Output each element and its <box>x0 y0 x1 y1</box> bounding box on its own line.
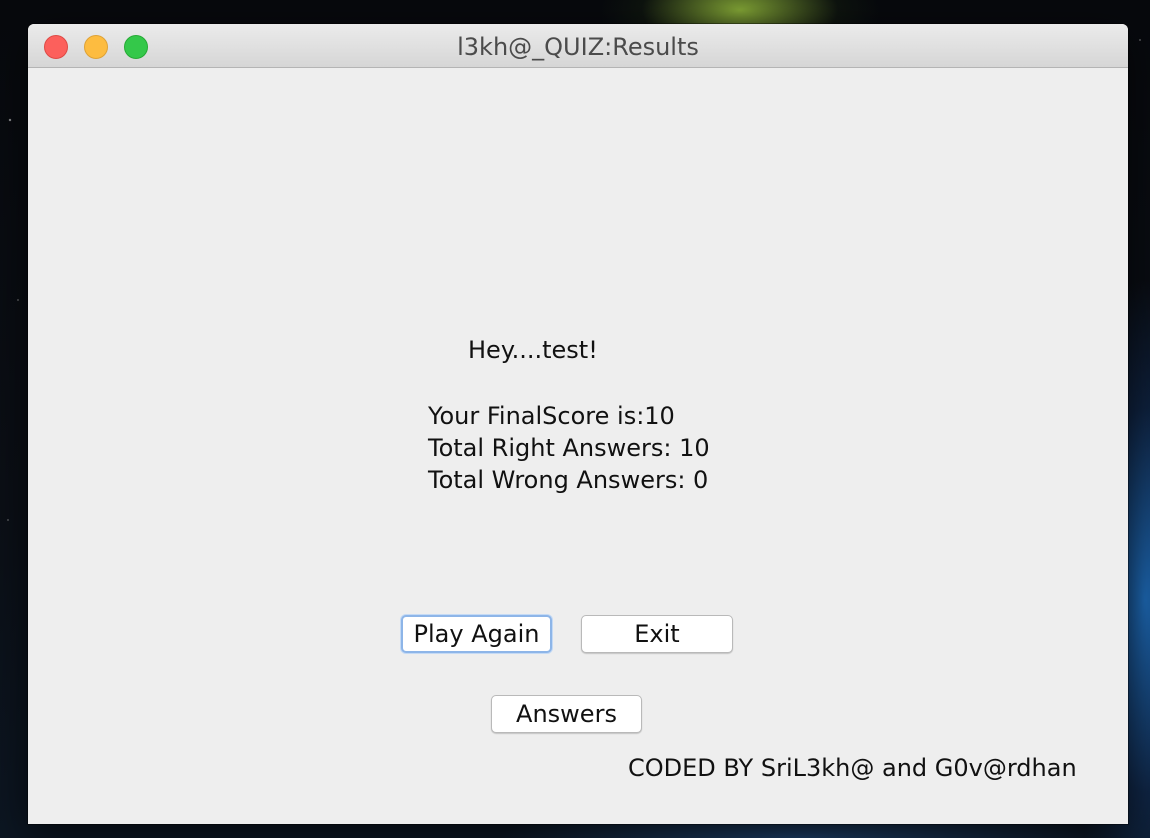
results-panel: Hey....test! Your FinalScore is:10 Total… <box>28 68 1128 824</box>
greeting-label: Hey....test! <box>468 336 598 364</box>
play-again-button[interactable]: Play Again <box>401 615 552 653</box>
answers-button[interactable]: Answers <box>491 695 642 733</box>
title-bar[interactable]: l3kh@_QUIZ:Results <box>28 24 1128 68</box>
credits-label: CODED BY SriL3kh@ and G0v@rdhan <box>628 754 1077 782</box>
window-title: l3kh@_QUIZ:Results <box>457 33 699 61</box>
exit-button[interactable]: Exit <box>581 615 733 653</box>
final-score-label: Your FinalScore is:10 <box>428 402 675 430</box>
wrong-answers-label: Total Wrong Answers: 0 <box>428 466 709 494</box>
results-window: l3kh@_QUIZ:Results Hey....test! Your Fin… <box>28 24 1128 824</box>
right-answers-label: Total Right Answers: 10 <box>428 434 710 462</box>
